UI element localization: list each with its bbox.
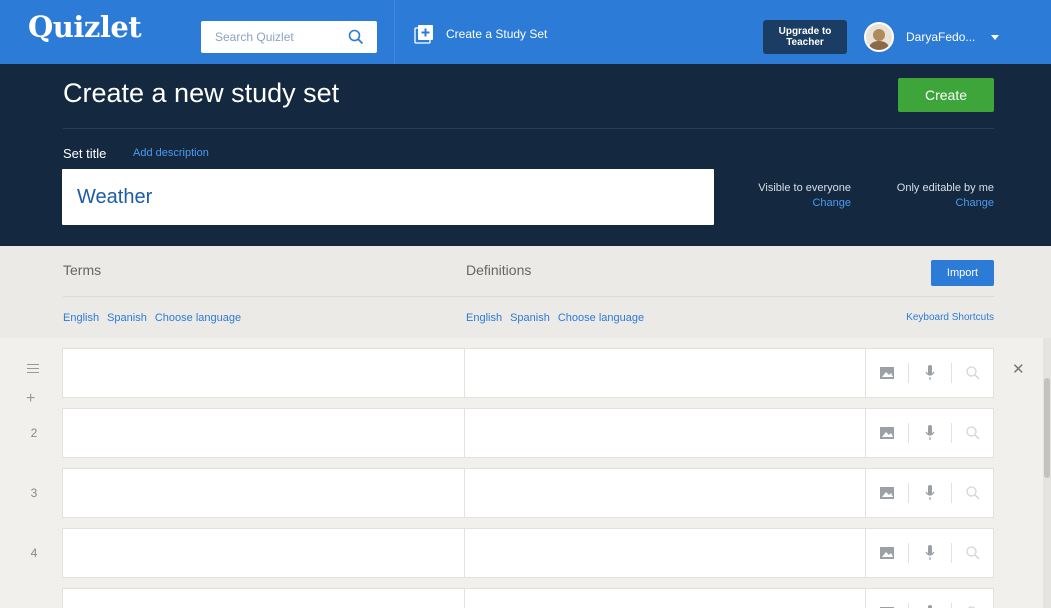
- tool-separator: [951, 483, 952, 503]
- tool-separator: [908, 363, 909, 383]
- upgrade-button[interactable]: Upgrade to Teacher: [763, 20, 847, 54]
- search-input[interactable]: [201, 21, 341, 53]
- term-input[interactable]: [63, 469, 463, 517]
- nav-divider: [394, 0, 395, 64]
- card-row: [62, 528, 994, 578]
- scrollbar[interactable]: [1043, 338, 1051, 608]
- image-icon[interactable]: [879, 485, 895, 501]
- edit-permission-setting: Only editable by me Change: [897, 181, 994, 211]
- visibility-label: Visible to everyone: [758, 182, 851, 194]
- card-row: [62, 408, 994, 458]
- import-button[interactable]: Import: [931, 260, 994, 286]
- card-rows: + ✕ 2 3 4: [0, 338, 1051, 608]
- add-description-link[interactable]: Add description: [133, 147, 209, 159]
- visibility-change-link[interactable]: Change: [758, 196, 851, 211]
- row-tools: [865, 409, 994, 457]
- card-row: [62, 468, 994, 518]
- definitions-lang-spanish[interactable]: Spanish: [510, 312, 550, 324]
- avatar: [864, 22, 894, 52]
- edit-permission-label: Only editable by me: [896, 182, 994, 194]
- term-input[interactable]: [63, 589, 463, 608]
- quizlet-logo[interactable]: Quizlet: [28, 10, 142, 44]
- row-tools: [865, 349, 994, 397]
- search-icon[interactable]: [347, 28, 365, 46]
- search-icon[interactable]: [965, 545, 981, 561]
- set-title-label: Set title: [63, 146, 107, 161]
- search-icon[interactable]: [965, 485, 981, 501]
- image-icon[interactable]: [879, 545, 895, 561]
- definition-input[interactable]: [464, 529, 864, 577]
- term-input[interactable]: [63, 529, 463, 577]
- edit-permission-change-link[interactable]: Change: [897, 196, 994, 211]
- header-divider: [63, 128, 994, 129]
- definitions-choose-language[interactable]: Choose language: [558, 312, 644, 324]
- close-icon[interactable]: ✕: [1012, 360, 1025, 378]
- row-tools: [865, 469, 994, 517]
- definition-input[interactable]: [464, 349, 864, 397]
- microphone-icon[interactable]: [922, 425, 938, 441]
- definition-input[interactable]: [464, 589, 864, 608]
- definition-input[interactable]: [464, 469, 864, 517]
- tool-separator: [951, 363, 952, 383]
- terms-lang-english[interactable]: English: [63, 312, 99, 324]
- tool-separator: [908, 543, 909, 563]
- tool-separator: [908, 603, 909, 608]
- set-title-input[interactable]: [62, 169, 714, 225]
- create-study-set-link[interactable]: Create a Study Set: [414, 22, 547, 46]
- image-icon[interactable]: [879, 425, 895, 441]
- user-menu[interactable]: DaryaFedo...: [864, 20, 1000, 54]
- definitions-column-label: Definitions: [466, 262, 532, 278]
- terms-lang-spanish[interactable]: Spanish: [107, 312, 147, 324]
- terms-choose-language[interactable]: Choose language: [155, 312, 241, 324]
- tool-separator: [908, 483, 909, 503]
- microphone-icon[interactable]: [922, 485, 938, 501]
- row-number: 4: [30, 546, 38, 560]
- microphone-icon[interactable]: [922, 545, 938, 561]
- row-number: 3: [30, 486, 38, 500]
- tool-separator: [951, 603, 952, 608]
- tool-separator: [951, 423, 952, 443]
- columns-header: Terms Definitions Import English Spanish…: [0, 246, 1051, 338]
- terms-column-label: Terms: [63, 262, 102, 278]
- card-row: [62, 348, 994, 398]
- row-tools: [865, 529, 994, 577]
- drag-handle-icon[interactable]: [27, 364, 39, 376]
- scrollbar-thumb[interactable]: [1044, 378, 1050, 478]
- columns-divider: [63, 296, 994, 297]
- row-tools: [865, 589, 994, 608]
- card-row: [62, 588, 994, 608]
- visibility-setting: Visible to everyone Change: [758, 181, 851, 211]
- username: DaryaFedo...: [906, 30, 976, 44]
- plus-box-icon: [414, 25, 433, 44]
- definitions-language-selector: English Spanish Choose language: [466, 312, 644, 324]
- definition-input[interactable]: [464, 409, 864, 457]
- tool-separator: [908, 423, 909, 443]
- create-study-set-label: Create a Study Set: [446, 27, 548, 41]
- search-box[interactable]: [201, 21, 377, 53]
- top-nav: Quizlet Create a Study Set Upgrade to Te…: [0, 0, 1051, 64]
- chevron-down-icon[interactable]: [991, 34, 1000, 40]
- terms-language-selector: English Spanish Choose language: [63, 312, 241, 324]
- set-header: Create a new study set Create Set title …: [0, 64, 1051, 246]
- image-icon[interactable]: [879, 365, 895, 381]
- definitions-lang-english[interactable]: English: [466, 312, 502, 324]
- row-number: 2: [30, 426, 38, 440]
- plus-icon[interactable]: +: [26, 390, 35, 408]
- create-button[interactable]: Create: [898, 78, 994, 112]
- keyboard-shortcuts-link[interactable]: Keyboard Shortcuts: [906, 312, 994, 323]
- term-input[interactable]: [63, 349, 463, 397]
- page-title: Create a new study set: [63, 78, 340, 108]
- search-icon[interactable]: [965, 365, 981, 381]
- search-icon[interactable]: [965, 425, 981, 441]
- tool-separator: [951, 543, 952, 563]
- microphone-icon[interactable]: [922, 365, 938, 381]
- term-input[interactable]: [63, 409, 463, 457]
